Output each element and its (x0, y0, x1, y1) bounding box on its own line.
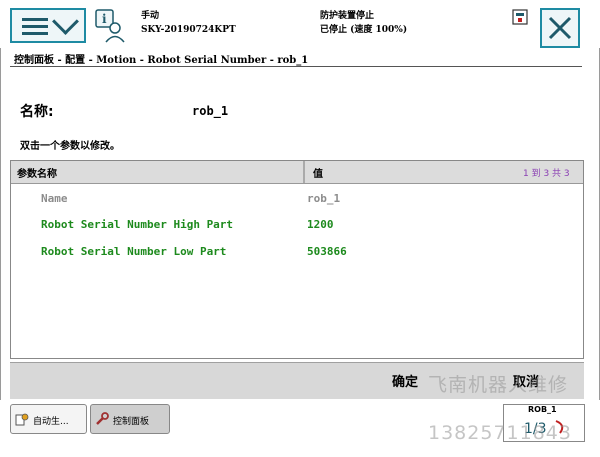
table-row[interactable]: Robot Serial Number High Part 1200 (11, 213, 583, 237)
auto-production-icon (15, 413, 29, 426)
table-row[interactable]: Robot Serial Number Low Part 503866 (11, 240, 583, 264)
hamburger-icon (22, 18, 48, 35)
breadcrumb: 控制面板 - 配置 - Motion - Robot Serial Number… (14, 55, 309, 66)
param-value: 503866 (307, 245, 347, 258)
taskbar-item-label: 自动生... (33, 417, 69, 427)
wrench-icon (96, 412, 109, 425)
table-header: 参数名称 值 1 到 3 共 3 (11, 161, 583, 184)
pager-text: 1 到 3 共 3 (523, 169, 570, 179)
taskbar-item-auto[interactable]: 自动生... (10, 404, 87, 434)
taskbar-item-control-panel[interactable]: 控制面板 (90, 404, 170, 434)
event-log-icon[interactable] (512, 9, 528, 25)
status-run-block: 防护装置停止 已停止 (速度 100%) (320, 9, 407, 37)
param-value: 1200 (307, 218, 334, 231)
param-name: Robot Serial Number High Part (41, 218, 234, 231)
ok-button[interactable]: 确定 (392, 371, 418, 390)
param-value: rob_1 (307, 192, 341, 205)
table-row[interactable]: Name rob_1 (11, 187, 583, 211)
run-status: 已停止 (速度 100%) (320, 25, 408, 35)
close-icon (548, 16, 572, 40)
controller-name: SKY-20190724KPT (141, 25, 236, 35)
mode-text: 手动 (141, 11, 160, 21)
main-menu-button[interactable] (10, 8, 86, 43)
chevron-down-icon (52, 8, 79, 35)
svg-text:i: i (102, 12, 107, 26)
instance-name-label: 名称: (20, 104, 54, 120)
close-button[interactable] (540, 8, 580, 48)
edit-hint: 双击一个参数以修改。 (20, 141, 120, 152)
param-name: Robot Serial Number Low Part (41, 245, 227, 258)
watermark-line1: 飞南机器人维修 (428, 374, 569, 396)
breadcrumb-divider (10, 66, 582, 67)
safety-status: 防护装置停止 (320, 11, 375, 21)
parameter-table: 参数名称 值 1 到 3 共 3 Name rob_1 Robot Serial… (10, 160, 584, 359)
operator-info-icon[interactable]: i (93, 8, 129, 44)
top-bar: i 手动 SKY-20190724KPT 防护装置停止 已停止 (速度 100%… (0, 0, 600, 48)
taskbar-item-label: 控制面板 (113, 417, 150, 427)
column-header-param[interactable]: 参数名称 (17, 165, 57, 180)
instance-name-value: rob_1 (192, 104, 229, 118)
param-name: Name (41, 192, 68, 205)
column-header-value[interactable]: 值 (313, 165, 323, 180)
watermark-line2: 13825711843 (428, 422, 572, 444)
column-separator[interactable] (303, 161, 305, 183)
mech-unit-label: ROB_1 (528, 405, 557, 414)
status-mode-block: 手动 SKY-20190724KPT (141, 9, 236, 37)
